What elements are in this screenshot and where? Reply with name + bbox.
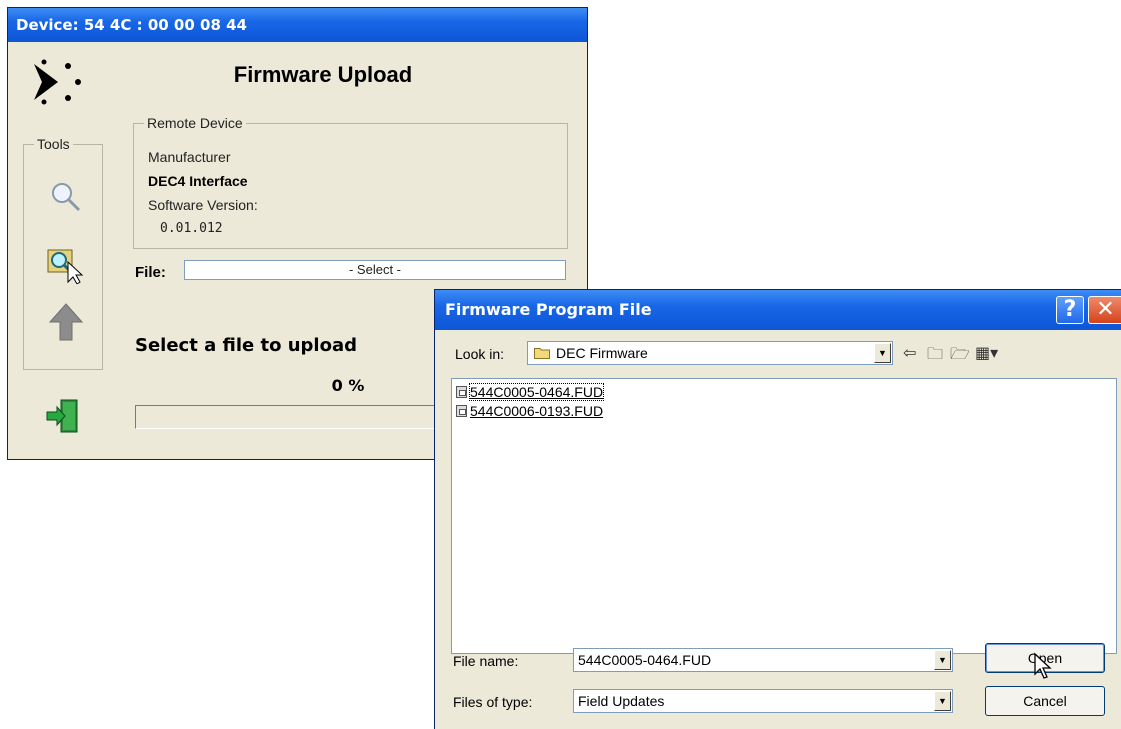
file-icon (456, 386, 467, 398)
progress-percent: 0 % (331, 376, 365, 395)
mouse-pointer-icon (1034, 652, 1052, 679)
tools-group: Tools (23, 136, 103, 370)
chevron-down-icon[interactable]: ▼ (934, 650, 951, 670)
files-of-type-label: Files of type: (453, 694, 533, 710)
look-in-select[interactable]: DEC Firmware ▼ (527, 341, 893, 365)
file-icon (456, 405, 467, 417)
chevron-down-icon[interactable]: ▼ (934, 691, 951, 711)
chevron-down-icon[interactable]: ▼ (874, 343, 891, 363)
files-of-type-value: Field Updates (578, 693, 665, 709)
exit-door-icon[interactable] (43, 396, 83, 436)
upload-arrow-icon[interactable] (46, 302, 86, 342)
view-menu-icon[interactable]: ▦▾ (975, 343, 998, 362)
app-logo-icon (34, 59, 81, 105)
folder-icon (534, 348, 550, 359)
close-button[interactable]: ✕ (1088, 296, 1121, 324)
up-folder-icon[interactable]: 🗀 (927, 343, 943, 370)
remote-device-legend: Remote Device (147, 115, 243, 131)
file-select-field[interactable]: - Select - (184, 260, 566, 280)
manufacturer-value: DEC4 Interface (148, 173, 248, 189)
back-arrow-icon[interactable]: ⇦ (903, 343, 916, 362)
file-name-input[interactable]: 544C0005-0464.FUD ▼ (573, 648, 953, 672)
list-item[interactable]: 544C0005-0464.FUD (456, 383, 605, 401)
software-version-value: 0.01.012 (160, 221, 223, 236)
open-file-dialog: Firmware Program File ? ✕ Look in: DEC F… (434, 289, 1121, 729)
dialog-title[interactable]: Firmware Program File (435, 290, 1121, 330)
file-label: File: (135, 264, 166, 281)
look-in-value: DEC Firmware (556, 345, 648, 361)
list-item[interactable]: 544C0006-0193.FUD (456, 402, 603, 420)
file-list[interactable]: 544C0005-0464.FUD 544C0006-0193.FUD (451, 378, 1117, 654)
browse-file-icon[interactable] (46, 244, 86, 284)
look-in-label: Look in: (455, 346, 505, 362)
remote-device-group: Remote Device Manufacturer DEC4 Interfac… (133, 115, 568, 249)
new-folder-icon[interactable]: 🗁 (950, 343, 970, 370)
help-button[interactable]: ? (1056, 296, 1084, 324)
window-title[interactable]: Device: 54 4C : 00 00 08 44 (8, 8, 587, 42)
tools-legend: Tools (37, 136, 70, 152)
search-icon[interactable] (46, 177, 86, 217)
file-name-value: 544C0005-0464.FUD (578, 652, 712, 668)
files-of-type-select[interactable]: Field Updates ▼ (573, 689, 953, 713)
software-version-label: Software Version: (148, 197, 258, 213)
cancel-button[interactable]: Cancel (985, 686, 1105, 716)
page-title: Firmware Upload (233, 62, 413, 87)
status-text: Select a file to upload (135, 335, 357, 356)
file-name-label: File name: (453, 653, 519, 669)
manufacturer-label: Manufacturer (148, 149, 231, 165)
